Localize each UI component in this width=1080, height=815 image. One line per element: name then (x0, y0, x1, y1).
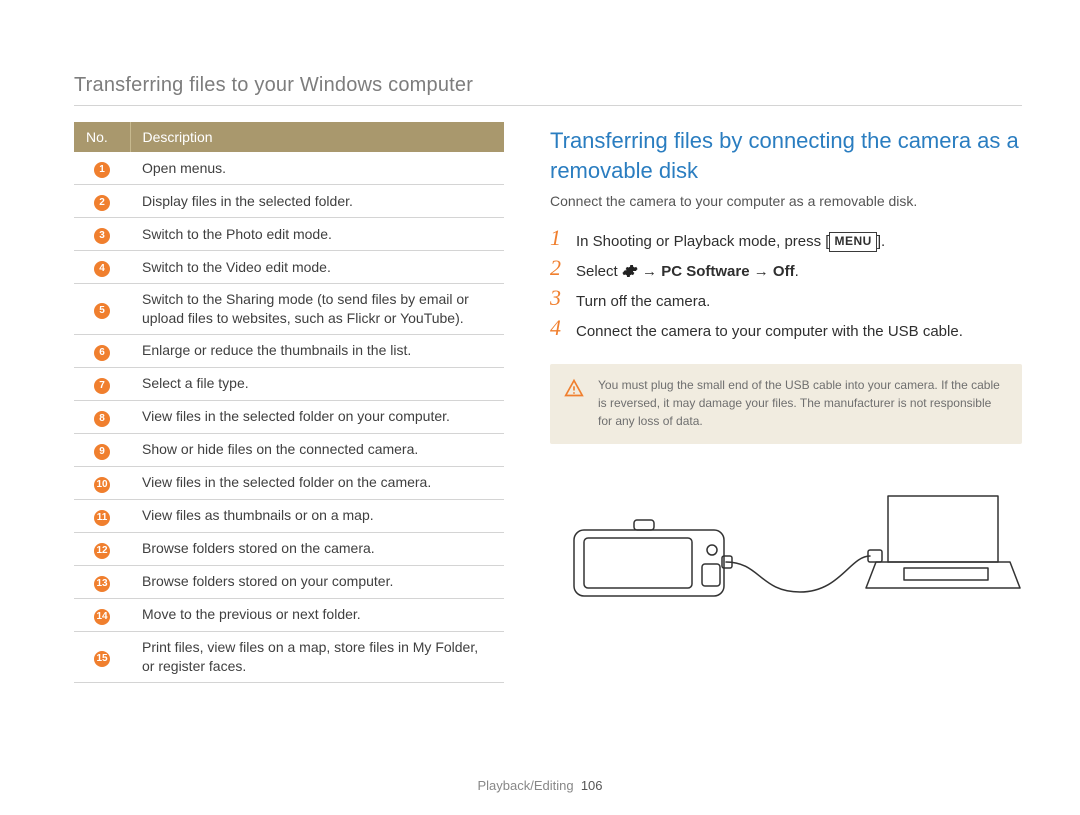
row-description: View files as thumbnails or on a map. (130, 499, 504, 532)
table-row: 8 View files in the selected folder on yo… (74, 400, 504, 433)
step-bold: Off (773, 263, 795, 280)
table-row: 1 Open menus. (74, 152, 504, 185)
table-row: 3 Switch to the Photo edit mode. (74, 218, 504, 251)
table-row: 4 Switch to the Video edit mode. (74, 251, 504, 284)
row-number-badge: 9 (94, 444, 110, 460)
row-description: Open menus. (130, 152, 504, 185)
row-description: Switch to the Sharing mode (to send file… (130, 284, 504, 335)
description-table: No. Description 1 Open menus. 2 Display fi… (74, 122, 504, 683)
row-description: Display files in the selected folder. (130, 185, 504, 218)
row-number-badge: 10 (94, 477, 110, 493)
row-number-badge: 14 (94, 609, 110, 625)
steps-list: In Shooting or Playback mode, press [MEN… (550, 227, 1022, 346)
menu-button-icon: MENU (829, 232, 876, 251)
row-number-badge: 13 (94, 576, 110, 592)
step-2: Select → PC Software → Off. (550, 257, 1022, 287)
row-description: Select a file type. (130, 367, 504, 400)
footer-page-number: 106 (581, 778, 603, 793)
section-heading: Transferring files by connecting the cam… (550, 126, 1022, 185)
table-row: 12 Browse folders stored on the camera. (74, 532, 504, 565)
table-row: 11 View files as thumbnails or on a map. (74, 499, 504, 532)
table-row: 9 Show or hide files on the connected cam… (74, 433, 504, 466)
table-row: 6 Enlarge or reduce the thumbnails in the… (74, 334, 504, 367)
row-description: Switch to the Photo edit mode. (130, 218, 504, 251)
row-number-badge: 5 (94, 303, 110, 319)
table-row: 13 Browse folders stored on your computer… (74, 565, 504, 598)
gear-icon (622, 263, 638, 280)
table-row: 15 Print files, view files on a map, stor… (74, 631, 504, 682)
table-row: 5 Switch to the Sharing mode (to send fil… (74, 284, 504, 335)
step-3: Turn off the camera. (550, 287, 1022, 317)
row-description: View files in the selected folder on the… (130, 466, 504, 499)
page-title: Transferring files to your Windows compu… (74, 74, 1022, 97)
step-text: → (750, 263, 773, 280)
footer-section: Playback/Editing (477, 778, 573, 793)
title-rule (74, 105, 1022, 106)
row-description: Browse folders stored on your computer. (130, 565, 504, 598)
step-1: In Shooting or Playback mode, press [MEN… (550, 227, 1022, 257)
row-description: Browse folders stored on the camera. (130, 532, 504, 565)
page-footer: Playback/Editing 106 (0, 778, 1080, 793)
note-text: You must plug the small end of the USB c… (598, 376, 1004, 430)
table-row: 2 Display files in the selected folder. (74, 185, 504, 218)
row-number-badge: 8 (94, 411, 110, 427)
row-number-badge: 2 (94, 195, 110, 211)
row-description: Print files, view files on a map, store … (130, 631, 504, 682)
row-number-badge: 6 (94, 345, 110, 361)
section-lead: Connect the camera to your computer as a… (550, 193, 1022, 209)
col-no: No. (74, 122, 130, 152)
row-description: Enlarge or reduce the thumbnails in the … (130, 334, 504, 367)
row-description: Show or hide files on the connected came… (130, 433, 504, 466)
step-text: Select (576, 263, 622, 280)
step-4: Connect the camera to your computer with… (550, 317, 1022, 347)
col-desc: Description (130, 122, 504, 152)
table-row: 10 View files in the selected folder on t… (74, 466, 504, 499)
row-number-badge: 15 (94, 651, 110, 667)
row-description: View files in the selected folder on you… (130, 400, 504, 433)
step-text: → (638, 263, 661, 280)
row-number-badge: 3 (94, 228, 110, 244)
row-description: Move to the previous or next folder. (130, 598, 504, 631)
row-number-badge: 1 (94, 162, 110, 178)
row-number-badge: 4 (94, 261, 110, 277)
step-text: . (795, 263, 799, 280)
step-bold: PC Software (661, 263, 749, 280)
row-number-badge: 12 (94, 543, 110, 559)
step-text: In Shooting or Playback mode, press [ (576, 233, 829, 250)
row-number-badge: 11 (94, 510, 110, 526)
table-header-row: No. Description (74, 122, 504, 152)
table-row: 7 Select a file type. (74, 367, 504, 400)
step-text: ]. (877, 233, 885, 250)
warning-note: You must plug the small end of the USB c… (550, 364, 1022, 444)
camera-to-laptop-illustration (550, 466, 1022, 616)
table-row: 14 Move to the previous or next folder. (74, 598, 504, 631)
row-description: Switch to the Video edit mode. (130, 251, 504, 284)
warning-icon (564, 378, 584, 430)
row-number-badge: 7 (94, 378, 110, 394)
